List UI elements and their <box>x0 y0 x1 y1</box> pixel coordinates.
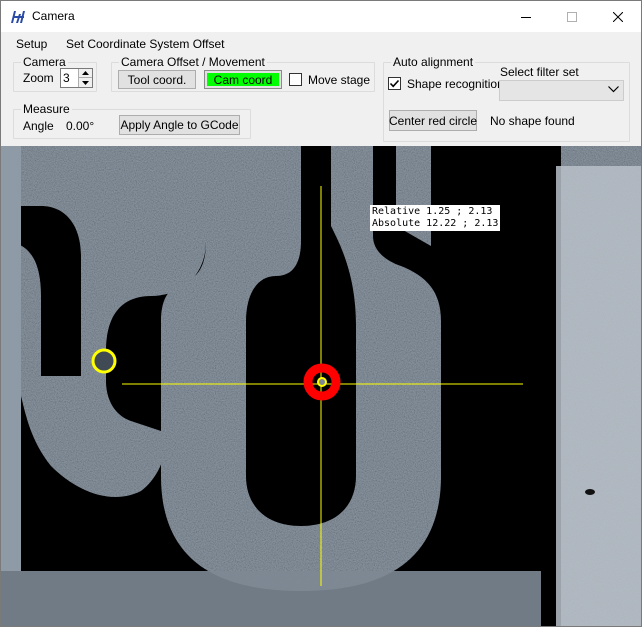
cam-coord-button[interactable]: Cam coord <box>204 70 282 89</box>
auto-alignment-group-title: Auto alignment <box>391 55 476 69</box>
chevron-down-icon <box>608 86 619 93</box>
yellow-circle-marker <box>91 348 117 374</box>
maximize-icon <box>567 11 577 22</box>
close-button[interactable] <box>595 1 641 32</box>
tool-coord-button[interactable]: Tool coord. <box>118 70 196 89</box>
camera-window: Camera Setup Set Coordinate System Offse… <box>0 0 642 627</box>
absolute-coordinates: Absolute 12.22 ; 2.13 <box>372 218 499 229</box>
center-red-circle-button[interactable]: Center red circle <box>389 110 477 131</box>
arrow-up-icon <box>82 71 89 75</box>
camera-image <box>1 146 641 626</box>
shape-recognition-checkbox[interactable] <box>388 77 401 90</box>
zoom-up-button[interactable] <box>78 69 92 78</box>
menu-bar: Setup Set Coordinate System Offset <box>1 34 641 54</box>
measure-group-title: Measure <box>21 102 72 116</box>
close-icon <box>613 11 623 22</box>
move-stage-label: Move stage <box>308 73 371 87</box>
zoom-label: Zoom <box>23 71 54 85</box>
filter-set-label: Select filter set <box>500 65 579 79</box>
minimize-icon <box>521 16 531 18</box>
shape-status: No shape found <box>490 114 575 128</box>
zoom-down-button[interactable] <box>78 78 92 87</box>
window-title: Camera <box>32 9 75 23</box>
maximize-button[interactable] <box>549 1 595 32</box>
filter-set-dropdown[interactable] <box>499 80 624 101</box>
minimize-button[interactable] <box>503 1 549 32</box>
relative-coordinates: Relative 1.25 ; 2.13 <box>372 206 493 217</box>
shape-recognition-label: Shape recognition <box>407 77 504 91</box>
checkmark-icon <box>389 79 400 88</box>
zoom-stepper[interactable]: 3 <box>60 68 93 88</box>
title-bar[interactable]: Camera <box>1 1 641 32</box>
cam-coord-label: Cam coord <box>207 73 279 87</box>
camera-offset-group-title: Camera Offset / Movement <box>119 55 267 69</box>
center-dot-marker <box>317 377 327 387</box>
camera-group-title: Camera <box>21 55 68 69</box>
angle-value: 0.00° <box>66 119 95 133</box>
app-icon <box>10 9 26 24</box>
move-stage-checkbox[interactable] <box>289 73 302 86</box>
angle-label: Angle <box>23 119 54 133</box>
menu-setup[interactable]: Setup <box>16 37 47 51</box>
menu-set-coordinate-offset[interactable]: Set Coordinate System Offset <box>66 37 225 51</box>
arrow-down-icon <box>82 80 89 85</box>
coordinate-readout: Relative 1.25 ; 2.13 Absolute 12.22 ; 2.… <box>370 205 501 231</box>
apply-angle-button[interactable]: Apply Angle to GCode <box>119 115 240 135</box>
camera-view[interactable]: Relative 1.25 ; 2.13 Absolute 12.22 ; 2.… <box>1 146 641 626</box>
zoom-value: 3 <box>63 71 70 85</box>
